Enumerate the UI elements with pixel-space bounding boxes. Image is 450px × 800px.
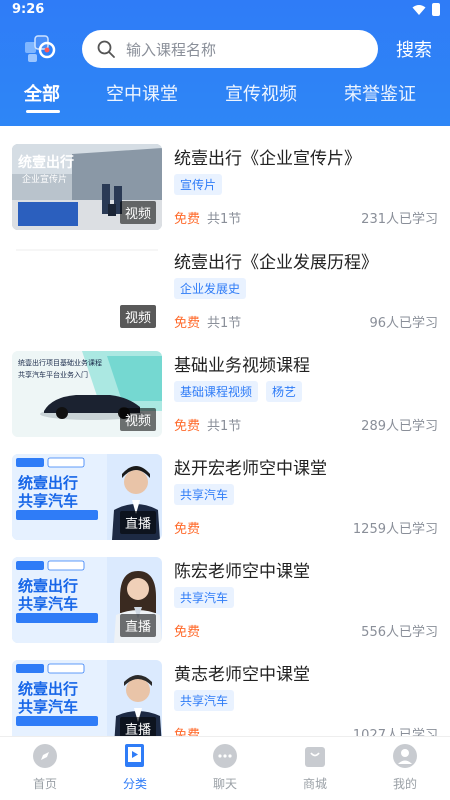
course-tags: 宣传片	[174, 174, 223, 195]
course-item[interactable]: 统壹出行项目基础业务课程 共享汽车平台业务入门 视频 基础业务视频课程 基础课程…	[0, 349, 450, 453]
course-tag: 企业发展史	[174, 278, 247, 299]
course-thumbnail[interactable]: 统壹出行 共享汽车 直播	[12, 660, 162, 736]
learner-count: 1259人已学习	[352, 522, 438, 537]
video-badge: 视频	[119, 305, 156, 328]
wifi-icon	[412, 4, 426, 15]
nav-shop[interactable]: 商城	[270, 743, 360, 792]
search-input[interactable]: 输入课程名称	[82, 30, 378, 68]
live-badge: 直播	[119, 511, 156, 534]
nav-chat[interactable]: 聊天	[180, 743, 270, 792]
nav-category[interactable]: 分类	[90, 743, 180, 792]
course-title[interactable]: 基础业务视频课程	[174, 351, 310, 376]
nav-label: 首页	[32, 777, 57, 791]
learner-count: 289人已学习	[361, 419, 438, 434]
course-item[interactable]: 统壹出行 企业宣传片 视频 统壹出行《企业宣传片》 宣传片 免费 共1节 231…	[0, 142, 450, 246]
search-placeholder: 输入课程名称	[126, 40, 217, 59]
video-badge: 视频	[119, 408, 156, 431]
course-title[interactable]: 统壹出行《企业宣传片》	[174, 144, 361, 169]
course-thumbnail[interactable]: 统壹出行项目基础业务课程 共享汽车平台业务入门 视频	[12, 351, 162, 437]
course-tag: 基础课程视频	[174, 381, 259, 402]
course-title[interactable]: 黄志老师空中课堂	[174, 660, 310, 685]
course-thumbnail[interactable]: 统壹出行 共享汽车 直播	[12, 454, 162, 540]
course-item[interactable]: 视频 统壹出行《企业发展历程》 企业发展史 免费 共1节 96人已学习	[0, 246, 450, 350]
course-title[interactable]: 陈宏老师空中课堂	[174, 557, 310, 582]
thumb-subtitle-text: 共享汽车	[18, 595, 78, 613]
tab-promo-videos[interactable]: 宣传视频	[225, 80, 297, 106]
course-tag: 共享汽车	[174, 690, 235, 711]
thumb-subtitle-text: 共享汽车平台业务入门	[18, 370, 88, 379]
course-price: 免费	[174, 728, 201, 736]
bottom-nav: 首页 分类 聊天 商城 我的	[0, 736, 450, 800]
nav-label: 分类	[122, 777, 147, 791]
battery-icon	[432, 3, 440, 16]
profile-icon	[393, 744, 417, 768]
course-tags: 共享汽车	[174, 484, 235, 505]
nav-profile[interactable]: 我的	[360, 743, 450, 792]
nav-label: 我的	[392, 777, 417, 791]
search-row: 输入课程名称 搜索	[0, 28, 450, 70]
course-item[interactable]: 统壹出行 共享汽车 直播 赵开宏老师空中课堂 共享汽车 免费 1259人已学习	[0, 452, 450, 556]
thumb-title-text: 统壹出行	[18, 577, 78, 595]
course-item[interactable]: 统壹出行 共享汽车 直播 陈宏老师空中课堂 共享汽车 免费 556人已学习	[0, 555, 450, 659]
course-title[interactable]: 统壹出行《企业发展历程》	[174, 248, 378, 273]
course-price: 免费	[174, 625, 201, 640]
app-screen: 9:26 输入课程名称 搜索 全部 空中课堂 宣传视频 荣誉鉴证 统壹出行 企业…	[0, 0, 450, 800]
status-bar: 9:26	[0, 0, 450, 22]
course-thumbnail[interactable]: 统壹出行 企业宣传片 视频	[12, 144, 162, 230]
course-list: 统壹出行 企业宣传片 视频 统壹出行《企业宣传片》 宣传片 免费 共1节 231…	[0, 140, 450, 736]
thumb-subtitle-text: 共享汽车	[18, 492, 78, 510]
status-icons	[412, 3, 440, 16]
course-tags: 共享汽车	[174, 587, 235, 608]
course-tag: 共享汽车	[174, 484, 235, 505]
course-tag: 杨艺	[266, 381, 303, 402]
course-title[interactable]: 赵开宏老师空中课堂	[174, 454, 327, 479]
header: 9:26 输入课程名称 搜索 全部 空中课堂 宣传视频 荣誉鉴证	[0, 0, 450, 126]
lesson-count: 共1节	[207, 419, 242, 434]
course-tags: 企业发展史	[174, 278, 247, 299]
tab-honors[interactable]: 荣誉鉴证	[344, 80, 416, 106]
video-badge: 视频	[119, 201, 156, 224]
live-badge: 直播	[119, 717, 156, 736]
learner-count: 231人已学习	[361, 212, 438, 227]
learner-count: 1027人已学习	[352, 728, 438, 736]
course-thumbnail[interactable]: 视频	[12, 248, 162, 334]
book-icon	[125, 744, 144, 767]
nav-home[interactable]: 首页	[0, 743, 90, 792]
course-item[interactable]: 统壹出行 共享汽车 直播 黄志老师空中课堂 共享汽车 免费 1027人已学习	[0, 658, 450, 736]
shop-bag-icon	[305, 747, 325, 767]
course-thumbnail[interactable]: 统壹出行 共享汽车 直播	[12, 557, 162, 643]
app-logo	[25, 35, 56, 62]
lesson-count: 共1节	[207, 316, 242, 331]
thumb-title-text: 统壹出行	[18, 474, 78, 492]
status-time: 9:26	[12, 2, 45, 17]
tab-air-classroom[interactable]: 空中课堂	[106, 80, 178, 106]
course-price: 免费	[174, 522, 201, 537]
thumb-subtitle-text: 共享汽车	[18, 698, 78, 716]
search-button[interactable]: 搜索	[396, 36, 432, 62]
course-price: 免费	[174, 419, 201, 434]
nav-label: 商城	[302, 777, 327, 791]
learner-count: 96人已学习	[369, 316, 438, 331]
tab-all[interactable]: 全部	[24, 80, 60, 106]
course-tag: 共享汽车	[174, 587, 235, 608]
thumb-title-text: 统壹出行项目基础业务课程	[18, 358, 102, 367]
chat-icon	[213, 744, 237, 768]
thumb-subtitle-text: 企业宣传片	[22, 173, 67, 185]
course-tags: 共享汽车	[174, 690, 235, 711]
compass-icon	[33, 744, 57, 768]
learner-count: 556人已学习	[361, 625, 438, 640]
nav-label: 聊天	[212, 777, 237, 791]
category-tabs: 全部 空中课堂 宣传视频 荣誉鉴证	[0, 80, 450, 116]
search-icon	[97, 40, 115, 58]
thumb-title-text: 统壹出行	[18, 154, 74, 171]
thumb-title-text: 统壹出行	[18, 680, 78, 698]
live-badge: 直播	[119, 614, 156, 637]
lesson-count: 共1节	[207, 212, 242, 227]
course-tags: 基础课程视频 杨艺	[174, 381, 303, 402]
course-price: 免费	[174, 212, 201, 227]
course-price: 免费	[174, 316, 201, 331]
tab-indicator	[26, 110, 60, 113]
course-tag: 宣传片	[174, 174, 223, 195]
